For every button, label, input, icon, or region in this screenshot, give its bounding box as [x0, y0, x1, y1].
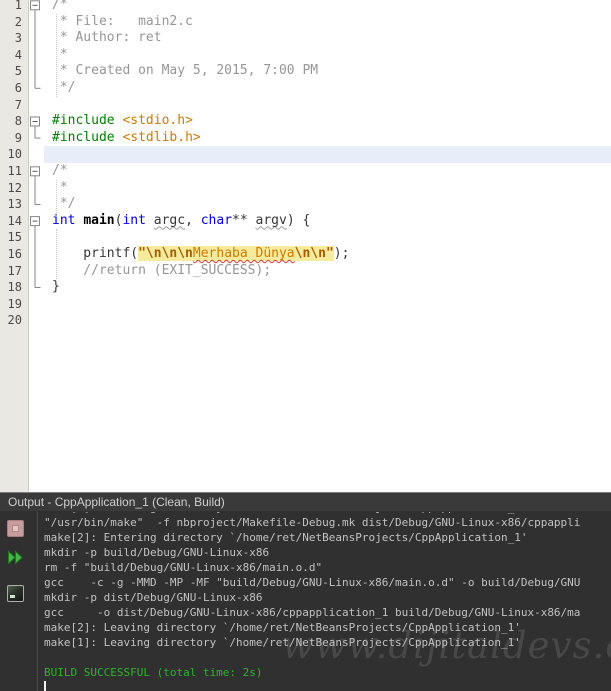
output-line: make[1]: Leaving directory `/home/ret/Ne… — [44, 636, 521, 649]
code-token: /* — [52, 0, 68, 12]
code-token: main — [83, 212, 115, 228]
code-token: \n\n" — [294, 245, 334, 261]
output-line: mkdir -p build/Debug/GNU-Linux-x86 — [44, 546, 270, 559]
code-token: <stdlib.h> — [122, 129, 201, 145]
output-panel-title: Output - CppApplication_1 (Clean, Build) — [0, 493, 611, 511]
output-line: mkdir -p dist/Debug/GNU-Linux-x86 — [44, 591, 263, 604]
code-token: Merhaba Dünya — [192, 245, 295, 261]
code-token: ** — [232, 212, 256, 228]
code-token: * Created on May 5, 2015, 7:00 PM — [52, 63, 319, 79]
line-number[interactable]: 4 — [0, 47, 28, 64]
double-play-icon — [8, 550, 23, 565]
line-number[interactable]: 17 — [0, 263, 28, 280]
code-token: argv — [255, 212, 287, 228]
output-line: BUILD SUCCESSFUL (total time: 2s) — [44, 666, 263, 679]
code-line[interactable]: /* — [44, 163, 611, 180]
netbeans-window: 1 2 3 4 5 6 7 8 9 10 11 12 13 14 15 16 17 18 19 20 /* * Fil… — [0, 0, 611, 691]
fold-margin[interactable] — [29, 0, 44, 492]
code-token: char — [200, 212, 233, 228]
stop-button[interactable] — [7, 520, 24, 537]
code-line[interactable]: int main(int argc, char** argv) { — [44, 213, 611, 230]
code-line[interactable]: #include <stdio.h> — [44, 113, 611, 130]
output-line: gcc -o dist/Debug/GNU-Linux-x86/cppappli… — [44, 606, 581, 619]
line-number[interactable]: 18 — [0, 279, 28, 296]
code-token: "\n\n\n — [138, 245, 193, 261]
code-token: * Author: ret — [52, 30, 162, 46]
code-token: argc — [153, 212, 186, 228]
code-area[interactable]: /* * File: main2.c * Author: ret * * Cre… — [44, 0, 611, 492]
output-line: rm -f "build/Debug/GNU-Linux-x86/main.o.… — [44, 561, 323, 574]
output-line: make[2]: Entering directory `/home/ret/N… — [44, 531, 528, 544]
terminal-icon — [10, 595, 15, 598]
terminal-button[interactable] — [7, 585, 24, 602]
code-line[interactable]: * Created on May 5, 2015, 7:00 PM — [44, 63, 611, 80]
line-number[interactable]: 1 — [0, 0, 28, 14]
code-line[interactable]: /* — [44, 0, 611, 14]
code-line[interactable]: } — [44, 279, 611, 296]
code-line[interactable]: * Author: ret — [44, 30, 611, 47]
line-number[interactable]: 7 — [0, 97, 28, 114]
code-token: ); — [333, 245, 350, 261]
output-body[interactable]: make[1]: Entering directory `/home/ret/N… — [0, 512, 611, 691]
code-token: */ — [52, 196, 76, 212]
line-number[interactable]: 19 — [0, 296, 28, 313]
output-line: gcc -c -g -MMD -MP -MF "build/Debug/GNU-… — [44, 576, 581, 589]
output-line: make[2]: Leaving directory `/home/ret/Ne… — [44, 621, 521, 634]
line-number[interactable]: 9 — [0, 130, 28, 147]
code-line[interactable] — [44, 312, 611, 329]
line-number[interactable]: 5 — [0, 63, 28, 80]
code-line[interactable]: * File: main2.c — [44, 14, 611, 31]
line-number[interactable]: 6 — [0, 80, 28, 97]
line-number[interactable]: 13 — [0, 196, 28, 213]
rerun-button[interactable] — [7, 549, 24, 566]
line-number[interactable]: 20 — [0, 312, 28, 329]
code-line[interactable]: * — [44, 47, 611, 64]
line-number[interactable]: 14 — [0, 213, 28, 230]
code-token: ) { — [286, 212, 311, 228]
line-number[interactable]: 16 — [0, 246, 28, 263]
code-token: int — [122, 212, 146, 228]
code-token: * — [52, 179, 68, 195]
fold-markers-icon[interactable] — [29, 0, 44, 492]
output-log[interactable]: make[1]: Entering directory `/home/ret/N… — [44, 512, 611, 691]
stop-square-icon — [12, 525, 19, 532]
code-token: } — [52, 279, 60, 295]
code-token: , — [185, 212, 201, 228]
line-number[interactable]: 11 — [0, 163, 28, 180]
output-panel: Output - CppApplication_1 (Clean, Build)… — [0, 492, 611, 691]
code-token: /* — [52, 162, 68, 178]
code-line[interactable]: */ — [44, 80, 611, 97]
code-token: int — [52, 212, 76, 228]
code-token: <stdio.h> — [122, 113, 193, 129]
code-token: printf( — [52, 245, 139, 261]
code-token: * — [52, 46, 68, 62]
line-number[interactable]: 8 — [0, 113, 28, 130]
code-line[interactable]: #include <stdlib.h> — [44, 130, 611, 147]
line-number[interactable]: 15 — [0, 229, 28, 246]
code-token: */ — [52, 79, 76, 95]
code-line[interactable]: //return (EXIT_SUCCESS); — [44, 263, 611, 280]
line-number[interactable]: 12 — [0, 180, 28, 197]
text-cursor — [44, 681, 46, 691]
code-token: #include — [52, 129, 115, 145]
code-token: * File: main2.c — [52, 13, 193, 29]
code-line[interactable] — [44, 146, 611, 163]
line-number[interactable]: 2 — [0, 14, 28, 31]
code-line[interactable]: * — [44, 180, 611, 197]
code-line[interactable]: */ — [44, 196, 611, 213]
line-number-gutter[interactable]: 1 2 3 4 5 6 7 8 9 10 11 12 13 14 15 16 17 18 19 20 — [0, 0, 29, 492]
output-line: "/usr/bin/make" -f nbproject/Makefile-De… — [44, 516, 581, 529]
output-toolbar — [0, 512, 38, 691]
line-number[interactable]: 3 — [0, 30, 28, 47]
code-token: #include — [52, 113, 115, 129]
code-line[interactable] — [44, 229, 611, 246]
code-line[interactable] — [44, 296, 611, 313]
code-line[interactable] — [44, 97, 611, 114]
code-token: //return (EXIT_SUCCESS); — [52, 262, 272, 278]
code-editor[interactable]: 1 2 3 4 5 6 7 8 9 10 11 12 13 14 15 16 17 18 19 20 /* * Fil… — [0, 0, 611, 492]
code-line[interactable]: printf("\n\n\nMerhaba Dünya\n\n"); — [44, 245, 611, 263]
line-number[interactable]: 10 — [0, 146, 28, 163]
